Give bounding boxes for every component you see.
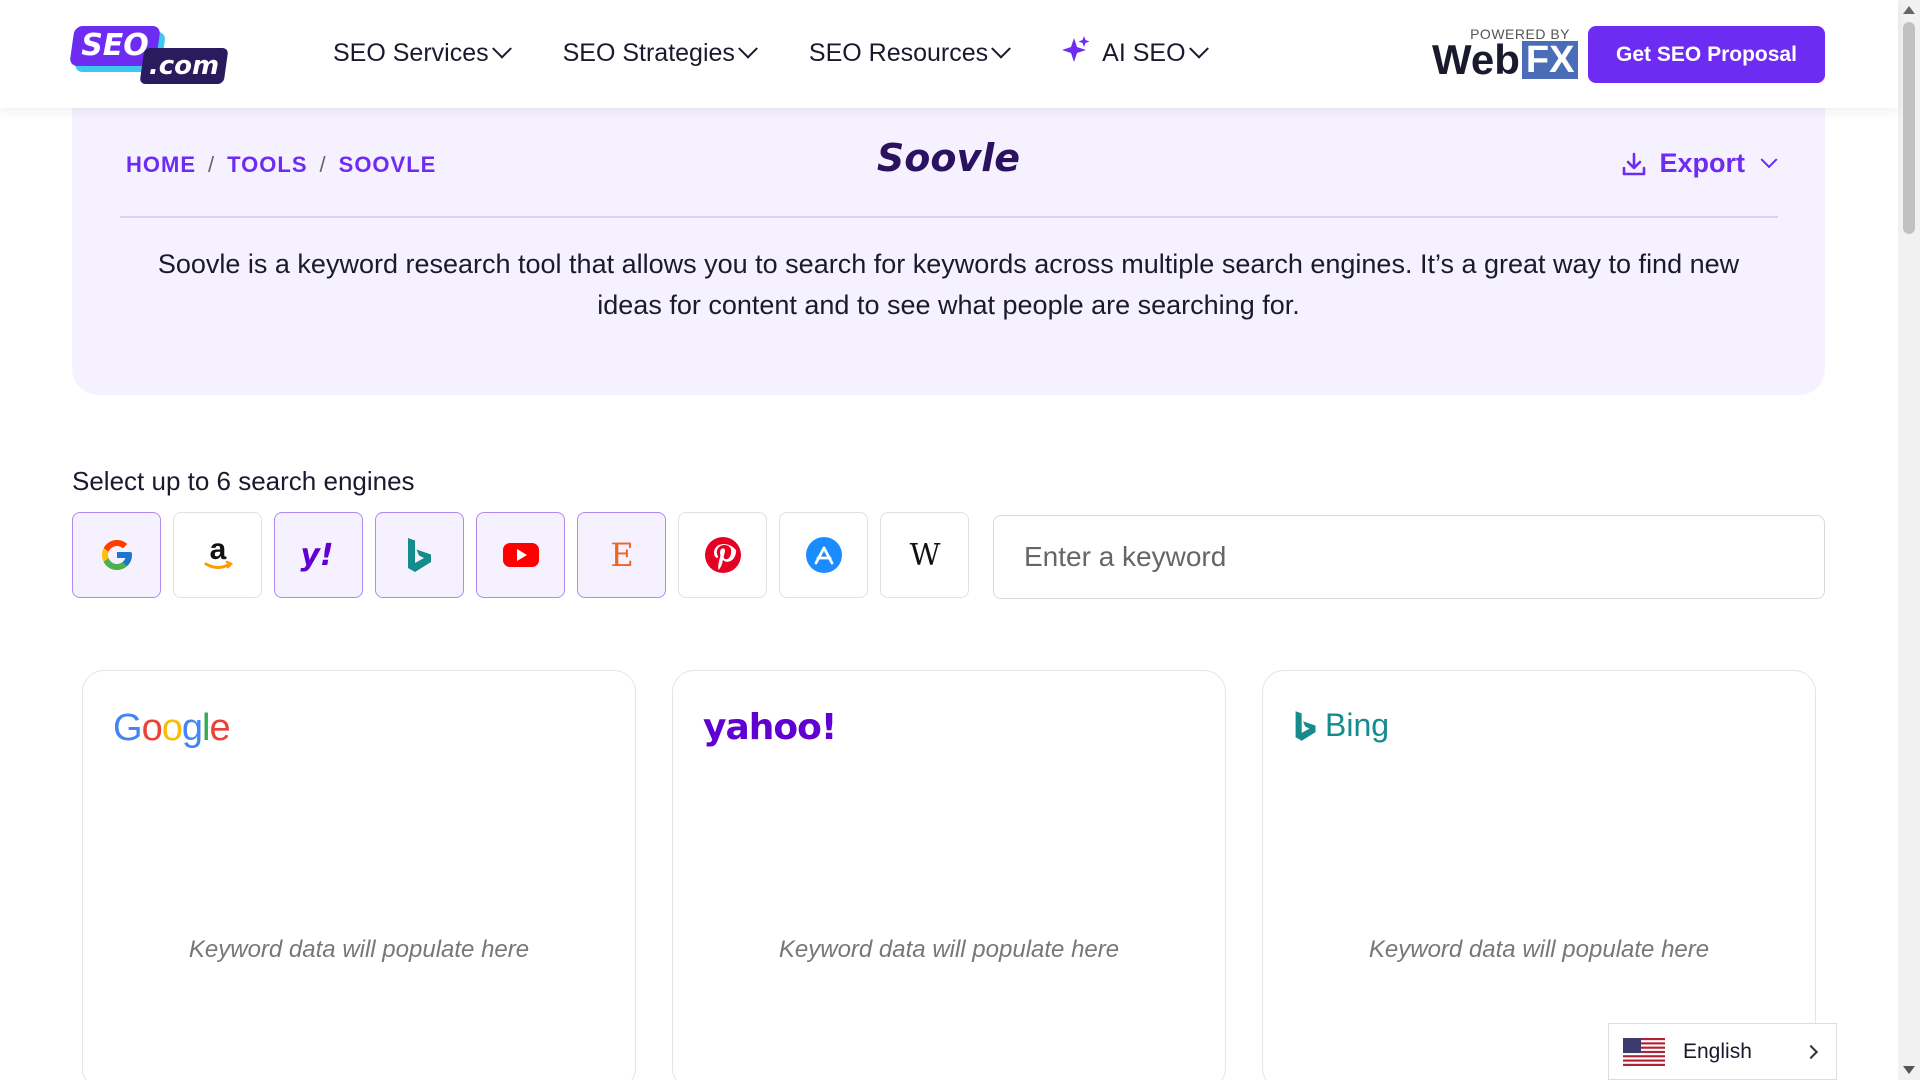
- breadcrumb: HOME / TOOLS / SOOVLE: [126, 152, 436, 178]
- results-card-yahoo: yahoo! Keyword data will populate here: [672, 670, 1226, 1080]
- export-label: Export: [1659, 148, 1745, 178]
- language-selector[interactable]: English: [1608, 1023, 1837, 1080]
- bing-icon: [407, 538, 431, 572]
- pinterest-icon: [704, 537, 741, 573]
- svg-text:E: E: [610, 537, 633, 573]
- page: SEO .com SEO Services SEO Strategies SEO…: [0, 0, 1920, 1080]
- scrollbar-thumb[interactable]: [1903, 22, 1915, 234]
- svg-text:a: a: [209, 535, 226, 566]
- webfx-logo: Web FX: [1432, 36, 1579, 83]
- google-logo: Google: [113, 707, 231, 749]
- breadcrumb-current: SOOVLE: [338, 152, 437, 177]
- chevron-right-icon: [1803, 1044, 1819, 1059]
- engine-yahoo-toggle[interactable]: y!: [274, 512, 363, 598]
- breadcrumb-separator: /: [208, 152, 216, 177]
- powered-by-webfx[interactable]: POWERED BY Web FX: [1432, 26, 1579, 83]
- chevron-down-icon: [738, 38, 758, 59]
- breadcrumb-home[interactable]: HOME: [126, 152, 196, 178]
- engine-google-toggle[interactable]: [72, 512, 161, 598]
- yahoo-icon: y!: [300, 538, 333, 573]
- scroll-down-arrow-icon[interactable]: [1903, 1066, 1915, 1074]
- scroll-up-arrow-icon[interactable]: [1903, 6, 1915, 14]
- bing-icon: [1295, 710, 1316, 741]
- chevron-down-icon: [491, 38, 512, 59]
- engine-bing-toggle[interactable]: [375, 512, 464, 598]
- engine-youtube-toggle[interactable]: [476, 512, 565, 598]
- results-placeholder: Keyword data will populate here: [778, 936, 1120, 963]
- webfx-fx-text: FX: [1521, 41, 1579, 79]
- keyword-input[interactable]: [993, 515, 1825, 599]
- site-header: SEO .com SEO Services SEO Strategies SEO…: [0, 0, 1898, 108]
- divider: [120, 216, 1778, 218]
- engine-pinterest-toggle[interactable]: [678, 512, 767, 598]
- get-seo-proposal-button[interactable]: Get SEO Proposal: [1588, 26, 1825, 83]
- google-icon: [101, 540, 132, 570]
- sparkle-icon: [1062, 35, 1090, 71]
- engine-amazon-toggle[interactable]: a: [173, 512, 262, 598]
- main-nav: SEO Services SEO Strategies SEO Resource…: [333, 35, 1260, 71]
- app-store-icon: [805, 537, 842, 573]
- nav-label: AI SEO: [1102, 38, 1186, 67]
- engine-etsy-toggle[interactable]: E: [577, 512, 666, 598]
- logo-com-text: .com: [148, 51, 220, 81]
- engine-select-label: Select up to 6 search engines: [72, 466, 415, 496]
- page-scrollbar[interactable]: [1898, 0, 1920, 1080]
- breadcrumb-separator: /: [319, 152, 327, 177]
- bing-logo: Bing: [1293, 707, 1389, 744]
- breadcrumb-tools[interactable]: TOOLS: [227, 152, 307, 178]
- tool-description: Soovle is a keyword research tool that a…: [157, 249, 1740, 320]
- nav-label: SEO Services: [333, 38, 489, 67]
- amazon-icon: a: [204, 535, 233, 569]
- export-dropdown[interactable]: Export: [1621, 148, 1778, 179]
- results-placeholder: Keyword data will populate here: [188, 936, 530, 963]
- download-icon: [1623, 152, 1646, 175]
- chevron-down-icon: [1760, 150, 1778, 168]
- nav-seo-resources[interactable]: SEO Resources: [808, 36, 1012, 70]
- chevron-down-icon: [1188, 38, 1209, 59]
- results-placeholder: Keyword data will populate here: [1368, 936, 1710, 963]
- etsy-icon: E: [610, 537, 633, 573]
- engine-selector: a y! E W: [72, 512, 981, 598]
- tool-hero: Soovle HOME / TOOLS / SOOVLE Export Soov…: [72, 108, 1825, 395]
- results-card-google: Google Keyword data will populate here: [82, 670, 636, 1080]
- nav-seo-services[interactable]: SEO Services: [333, 36, 512, 70]
- seo-com-logo[interactable]: SEO .com: [69, 22, 229, 86]
- yahoo-logo: yahoo!: [703, 707, 837, 748]
- language-label: English: [1683, 1039, 1752, 1063]
- webfx-web-text: Web: [1432, 36, 1520, 83]
- nav-ai-seo[interactable]: AI SEO: [1062, 35, 1209, 71]
- nav-label: SEO Strategies: [562, 38, 735, 67]
- nav-seo-strategies[interactable]: SEO Strategies: [562, 36, 758, 70]
- engine-app-store-toggle[interactable]: [779, 512, 868, 598]
- chevron-down-icon: [991, 38, 1012, 59]
- results-card-bing: Bing Keyword data will populate here: [1262, 670, 1816, 1080]
- engine-wikipedia-toggle[interactable]: W: [880, 512, 969, 598]
- bing-logo-text: Bing: [1325, 707, 1390, 743]
- us-flag-icon: [1623, 1037, 1665, 1066]
- svg-text:W: W: [909, 538, 940, 573]
- svg-text:y!: y!: [300, 538, 333, 573]
- wikipedia-icon: W: [909, 538, 940, 573]
- youtube-icon: [502, 543, 539, 567]
- nav-label: SEO Resources: [808, 38, 989, 67]
